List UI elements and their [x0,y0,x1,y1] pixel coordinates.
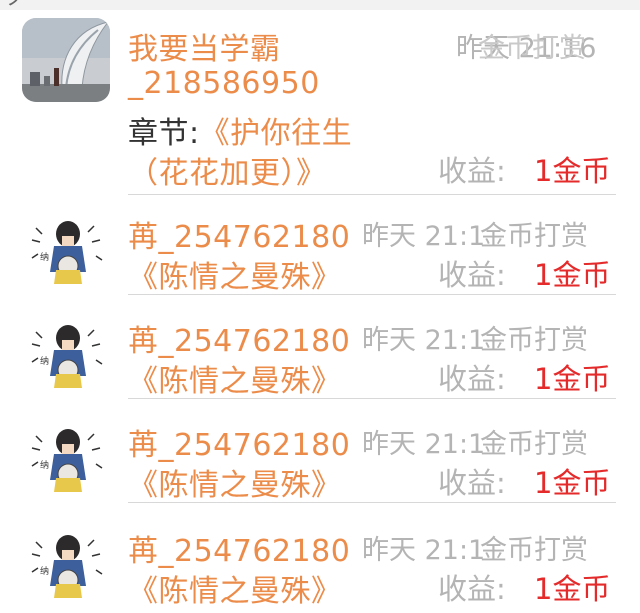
reward-action: 金币打赏 [478,33,586,64]
reward-action: 金币打赏 [480,221,588,252]
reward-action: 金币打赏 [480,535,588,566]
reward-row[interactable]: 我要当学霸 _218586950 昨天 21:16 金币打赏 章节:《护你往生 … [0,10,640,196]
cartoon-avatar-icon: 纳 [22,414,110,498]
divider [128,294,616,295]
divider [128,502,616,503]
reward-time: 昨天 21:1 [362,535,486,566]
book-title-link[interactable]: 《陈情之曼殊》 [128,252,342,296]
user-id-link[interactable]: _218586950 [128,66,320,101]
earnings-label: 收益: [438,258,506,292]
cartoon-avatar-icon: 纳 [22,310,110,394]
reward-action: 金币打赏 [480,429,588,460]
svg-text:纳: 纳 [40,355,49,367]
svg-text:纳: 纳 [40,565,49,577]
cartoon-avatar-icon: 纳 [22,206,110,290]
divider [128,398,616,399]
avatar[interactable]: 纳 [22,414,110,498]
username-link[interactable]: 我要当学霸 [128,24,281,68]
reward-row[interactable]: 纳 苒_254762180 昨天 21:1 金币打赏 《陈情之曼殊》 收益: 1… [0,404,640,508]
book-title-link[interactable]: 《陈情之曼殊》 [128,460,342,504]
avatar[interactable] [22,18,110,102]
book-title-link[interactable]: 《护你往生 [200,116,353,151]
divider [128,194,616,195]
reward-row[interactable]: 纳 苒_254762180 昨天 21:1 金币打赏 《陈情之曼殊》 收益: 1… [0,508,640,613]
avatar[interactable]: 纳 [22,310,110,394]
ship-photo-icon [22,18,110,102]
avatar[interactable]: 纳 [22,206,110,290]
earnings-value: 1金币 [534,572,611,606]
reward-time: 昨天 21:1 [362,325,486,356]
username-link[interactable]: 苒_254762180 [128,212,350,256]
cartoon-avatar-icon: 纳 [22,520,110,604]
top-glyph-left: ノ [6,0,26,8]
earnings-label: 收益: [438,466,506,500]
svg-text:纳: 纳 [40,459,49,471]
reward-action: 金币打赏 [480,325,588,356]
reward-time: 昨天 21:1 [362,429,486,460]
book-title-link[interactable]: 《陈情之曼殊》 [128,566,342,610]
earnings-label: 收益: [438,362,506,396]
earnings-label: 收益: [438,572,506,606]
book-title-link[interactable]: 《陈情之曼殊》 [128,356,342,400]
earnings-value: 1金币 [534,466,611,500]
avatar[interactable]: 纳 [22,520,110,604]
earnings-value: 1金币 [534,258,611,292]
earnings-value: 1金币 [534,362,611,396]
book-title-link-continued[interactable]: （花花加更）》 [128,148,327,192]
top-strip: ノ 一 [0,0,640,10]
reward-row[interactable]: 纳 苒_254762180 昨天 21:1 金币打赏 《陈情之曼殊》 收益: 1… [0,300,640,404]
reward-time: 昨天 21:1 [362,221,486,252]
username-link[interactable]: 苒_254762180 [128,420,350,464]
chapter-label: 章节: [128,116,200,151]
username-link[interactable]: 苒_254762180 [128,316,350,360]
earnings-value: 1金币 [534,154,611,188]
reward-row[interactable]: 纳 苒_254762180 昨天 21:1 金币打赏 《陈情之曼殊》 收益: 1… [0,196,640,300]
top-glyph-mid: 一 [292,0,312,8]
earnings-label: 收益: [438,154,506,188]
svg-text:纳: 纳 [40,251,49,263]
username-link[interactable]: 苒_254762180 [128,526,350,570]
